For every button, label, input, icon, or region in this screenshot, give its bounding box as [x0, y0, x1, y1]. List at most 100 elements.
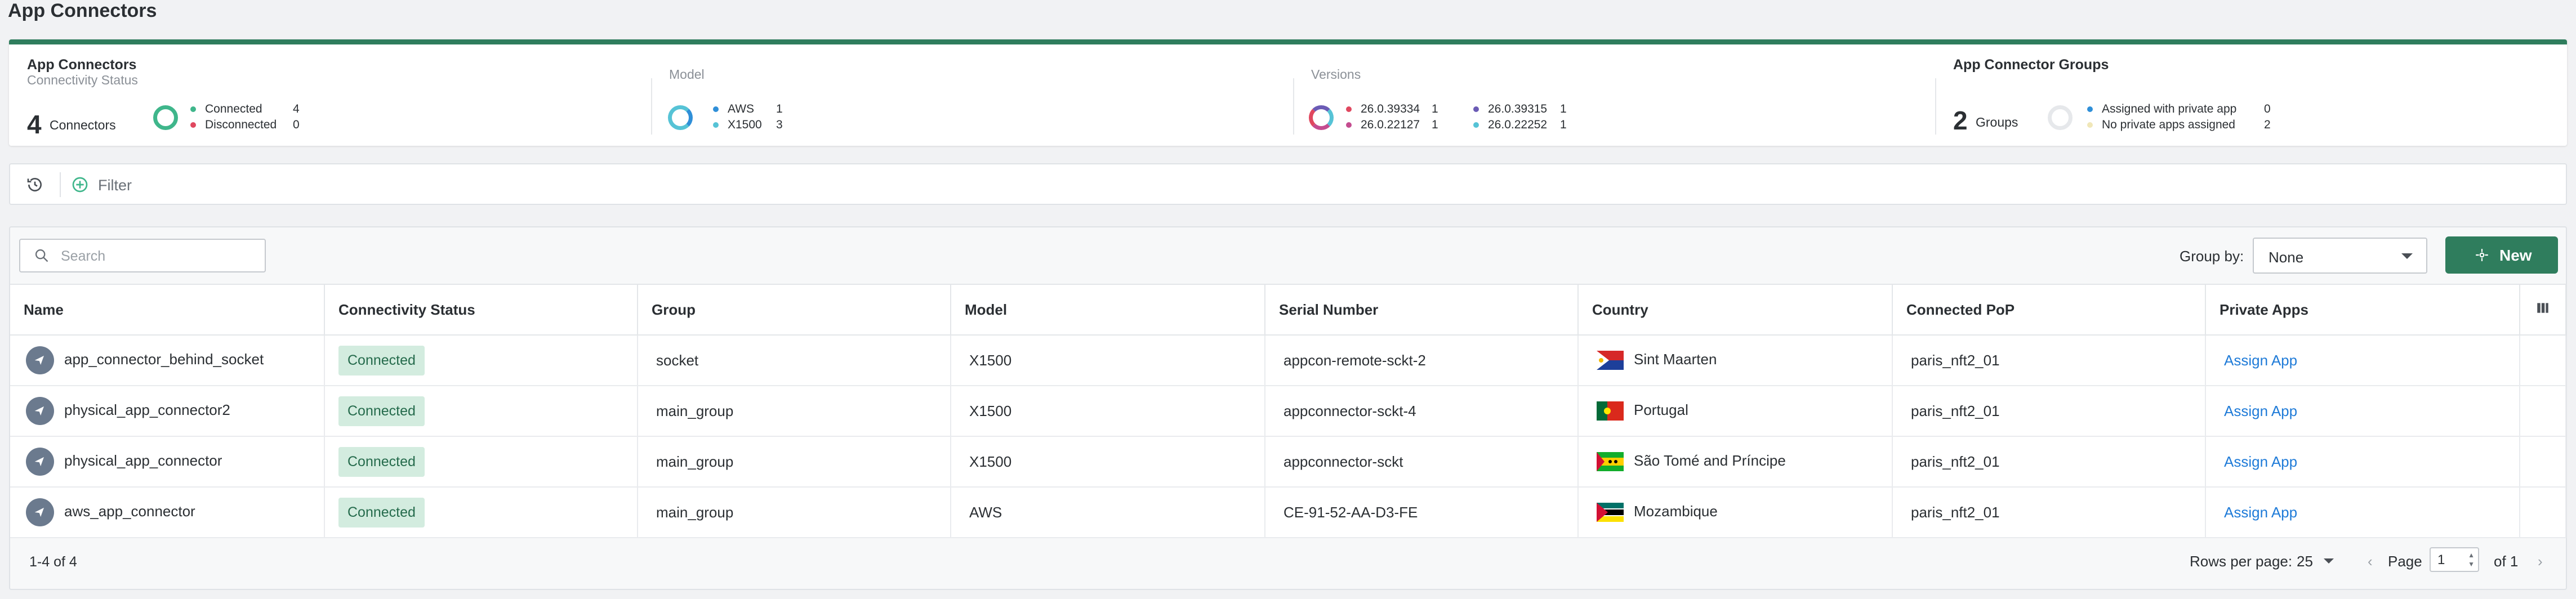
table-row[interactable]: physical_app_connector Connected main_gr… [10, 436, 2566, 488]
column-header-serial[interactable]: Serial Number [1265, 284, 1579, 336]
previous-page-icon[interactable]: ‹ [2368, 553, 2373, 570]
column-header-country[interactable]: Country [1578, 284, 1893, 336]
connector-icon [26, 448, 54, 476]
group-by-label: Group by: [2180, 248, 2244, 265]
page-title: App Connectors [8, 0, 157, 21]
assign-app-link[interactable]: Assign App [2224, 352, 2297, 369]
cell-pop: paris_nft2_01 [1892, 436, 2206, 488]
connectivity-donut [153, 105, 178, 130]
cell-serial: appcon-remote-sckt-2 [1265, 335, 1579, 386]
cell-private-apps: Assign App [2205, 386, 2520, 437]
column-header-private-apps[interactable]: Private Apps [2205, 284, 2520, 336]
legend-x1500: X1500 [713, 118, 762, 132]
country-name: Mozambique [1634, 502, 1718, 520]
column-header-name[interactable]: Name [10, 284, 325, 336]
cell-group: main_group [638, 386, 951, 437]
cell-empty [2520, 335, 2566, 386]
connectors-table: Name Connectivity Status Group Model Ser… [10, 284, 2566, 538]
sint-maarten-flag-icon [1597, 351, 1624, 370]
chevron-down-icon[interactable] [2324, 558, 2334, 564]
group-by-select[interactable]: None [2253, 238, 2427, 274]
filter-bar: Filter [9, 163, 2567, 205]
new-button-label: New [2499, 247, 2532, 264]
connector-name[interactable]: physical_app_connector [64, 452, 222, 469]
assign-app-link[interactable]: Assign App [2224, 453, 2297, 470]
spinner-icon[interactable]: ▲ ▼ [2468, 551, 2475, 569]
column-header-status[interactable]: Connectivity Status [324, 284, 638, 336]
section-heading: Model [669, 67, 705, 82]
column-header-pop[interactable]: Connected PoP [1892, 284, 2206, 336]
connector-name[interactable]: aws_app_connector [64, 503, 195, 520]
table-row[interactable]: aws_app_connector Connected main_group A… [10, 487, 2566, 538]
cell-country: São Tomé and Príncipe [1578, 436, 1893, 488]
history-icon[interactable] [26, 176, 44, 194]
page-number-input[interactable]: 1 ▲ ▼ [2430, 547, 2479, 572]
add-filter-icon[interactable] [71, 176, 89, 194]
model-section: Model AWS 1 X1500 3 [651, 44, 1293, 146]
columns-icon[interactable] [2535, 301, 2550, 315]
connector-icon [26, 346, 54, 374]
legend-unassigned-value: 2 [2264, 118, 2271, 131]
legend-x1500-value: 3 [776, 118, 783, 131]
legend-version-value: 1 [1560, 118, 1567, 131]
assign-app-link[interactable]: Assign App [2224, 504, 2297, 521]
section-heading: App Connectors [27, 57, 137, 73]
legend-version-value: 1 [1432, 118, 1438, 131]
search-input[interactable] [60, 245, 253, 267]
model-donut [668, 105, 693, 130]
cell-private-apps: Assign App [2205, 487, 2520, 538]
column-settings[interactable] [2520, 284, 2566, 336]
connector-icon [26, 498, 54, 526]
cell-model: X1500 [951, 335, 1265, 386]
new-button[interactable]: New [2445, 236, 2558, 274]
cell-pop: paris_nft2_01 [1892, 335, 2206, 386]
connector-name[interactable]: physical_app_connector2 [64, 401, 230, 418]
cell-pop: paris_nft2_01 [1892, 487, 2206, 538]
row-count: 1-4 of 4 [29, 554, 77, 570]
cell-model: X1500 [951, 436, 1265, 488]
connectors-panel: Group by: None New Name Connectivity Sta… [9, 226, 2567, 590]
filter-button[interactable]: Filter [98, 177, 132, 194]
legend-aws: AWS [713, 102, 754, 116]
versions-section: Versions 26.0.39334 1 26.0.22127 1 26.0.… [1293, 44, 1935, 146]
table-row[interactable]: app_connector_behind_socket Connected so… [10, 335, 2566, 386]
cell-empty [2520, 436, 2566, 488]
cell-status: Connected [324, 335, 638, 386]
cell-model: X1500 [951, 386, 1265, 437]
cell-country: Mozambique [1578, 487, 1893, 538]
search-icon [35, 249, 48, 262]
section-heading: Versions [1311, 67, 1361, 82]
legend-unassigned: No private apps assigned [2087, 118, 2235, 132]
legend-version-value: 1 [1560, 102, 1567, 115]
connector-name[interactable]: app_connector_behind_socket [64, 351, 264, 368]
rows-per-page-select[interactable]: 25 [2297, 553, 2313, 570]
section-heading: App Connector Groups [1953, 57, 2109, 73]
legend-assigned-value: 0 [2264, 102, 2271, 115]
legend-version: 26.0.39334 [1346, 102, 1420, 116]
versions-donut [1309, 105, 1334, 130]
column-header-model[interactable]: Model [951, 284, 1265, 336]
groups-count: 2 [1953, 106, 1968, 135]
cell-status: Connected [324, 386, 638, 437]
groups-section: App Connector Groups 2 Groups Assigned w… [1935, 44, 2567, 146]
search-box [19, 239, 266, 272]
cell-status: Connected [324, 487, 638, 538]
legend-assigned: Assigned with private app [2087, 102, 2236, 116]
group-by-value: None [2269, 249, 2304, 266]
groups-donut [2048, 105, 2073, 130]
status-badge: Connected [338, 446, 425, 477]
summary-card: App Connectors Connectivity Status 4 Con… [9, 39, 2567, 146]
column-header-group[interactable]: Group [638, 284, 951, 336]
cell-private-apps: Assign App [2205, 436, 2520, 488]
legend-version: 26.0.39315 [1473, 102, 1547, 116]
legend-connected: Connected [190, 102, 262, 116]
legend-version: 26.0.22252 [1473, 118, 1547, 132]
page-total: of 1 [2494, 553, 2519, 570]
table-row[interactable]: physical_app_connector2 Connected main_g… [10, 386, 2566, 437]
cell-group: socket [638, 335, 951, 386]
assign-app-link[interactable]: Assign App [2224, 403, 2297, 419]
cell-serial: appconnector-sckt-4 [1265, 386, 1579, 437]
cell-name: physical_app_connector2 [10, 386, 325, 437]
cell-group: main_group [638, 436, 951, 488]
next-page-icon[interactable]: › [2538, 553, 2543, 570]
